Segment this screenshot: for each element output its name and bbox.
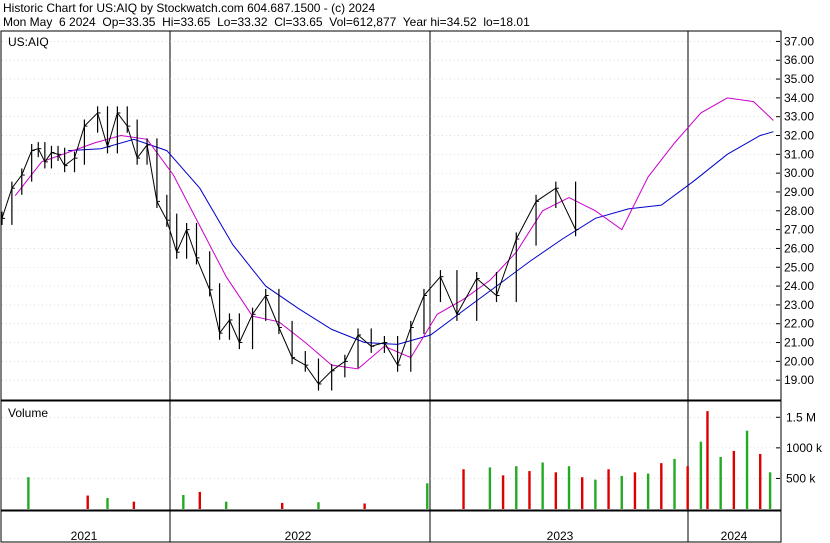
volume-bar-2 bbox=[106, 497, 109, 509]
volume-bar-8 bbox=[317, 502, 320, 509]
price-tick-label-20: 20.00 bbox=[784, 354, 814, 368]
price-panel-title: US:AIQ bbox=[8, 35, 49, 49]
volume-bar-22 bbox=[620, 475, 623, 509]
volume-bar-4 bbox=[182, 494, 185, 509]
price-tick-label-22: 22.00 bbox=[784, 317, 814, 331]
volume-bar-25 bbox=[660, 463, 663, 509]
volume-axis-ticks: 500 k 1000 k 1.5 M bbox=[776, 410, 823, 485]
volume-bar-32 bbox=[745, 430, 749, 509]
volume-bar-18 bbox=[567, 466, 571, 509]
volume-bar-12 bbox=[488, 467, 492, 509]
volume-bar-24 bbox=[646, 473, 650, 509]
volume-bar-9 bbox=[363, 503, 366, 509]
volume-bar-30 bbox=[719, 457, 722, 509]
volume-bar-13 bbox=[501, 475, 505, 509]
volume-bar-23 bbox=[633, 472, 637, 509]
volume-bar-29 bbox=[706, 411, 709, 509]
price-tick-label-28: 28.00 bbox=[784, 204, 814, 218]
price-tick-label-32: 32.00 bbox=[784, 129, 814, 143]
moving-average-short bbox=[14, 97, 774, 370]
volume-tick-label-1: 1000 k bbox=[786, 441, 823, 455]
price-tick-label-36: 36.00 bbox=[784, 53, 814, 67]
volume-bar-20 bbox=[594, 479, 597, 509]
price-tick-label-34: 34.00 bbox=[784, 91, 814, 105]
year-separator-lines bbox=[169, 31, 689, 542]
price-tick-label-35: 35.00 bbox=[784, 72, 814, 86]
volume-bar-1 bbox=[86, 495, 89, 509]
volume-bar-19 bbox=[581, 477, 584, 509]
price-tick-label-27: 27.00 bbox=[784, 223, 814, 237]
price-tick-label-29: 29.00 bbox=[784, 185, 814, 199]
volume-bar-17 bbox=[554, 472, 558, 509]
volume-bar-27 bbox=[686, 466, 689, 509]
price-tick-label-25: 25.00 bbox=[784, 260, 814, 274]
volume-bar-21 bbox=[607, 469, 610, 509]
x-label-2022: 2022 bbox=[285, 529, 312, 543]
price-tick-label-23: 23.00 bbox=[784, 298, 814, 312]
moving-average-long bbox=[67, 131, 774, 345]
price-axis-ticks: 19.00 20.00 21.00 22.00 23.00 24.00 25.00 26.00… bbox=[776, 34, 814, 387]
volume-bar-14 bbox=[515, 466, 518, 509]
price-tick-label-33: 33.00 bbox=[784, 110, 814, 124]
volume-bar-5 bbox=[198, 491, 201, 509]
price-panel-frame bbox=[0, 30, 782, 401]
price-tick-label-21: 21.00 bbox=[784, 336, 814, 350]
volume-bar-31 bbox=[732, 450, 736, 509]
volume-bar-7 bbox=[281, 502, 284, 509]
price-tick-label-26: 26.00 bbox=[784, 241, 814, 255]
ma-long-line bbox=[67, 131, 774, 345]
volume-bar-26 bbox=[673, 458, 676, 509]
volume-bar-3 bbox=[132, 501, 136, 509]
price-tick-label-24: 24.00 bbox=[784, 279, 814, 293]
x-label-2024: 2024 bbox=[721, 529, 748, 543]
volume-bar-34 bbox=[768, 472, 772, 509]
date-axis-frame bbox=[0, 510, 782, 543]
price-tick-label-30: 30.00 bbox=[784, 166, 814, 180]
ma-short-line bbox=[14, 97, 774, 370]
volume-bars bbox=[27, 411, 772, 509]
volume-bar-11 bbox=[462, 469, 465, 509]
volume-tick-label-0: 500 k bbox=[786, 471, 816, 485]
volume-bar-33 bbox=[759, 453, 762, 509]
volume-bar-0 bbox=[27, 477, 30, 509]
x-label-2021: 2021 bbox=[71, 529, 98, 543]
volume-bar-28 bbox=[699, 441, 703, 509]
price-tick-label-19: 19.00 bbox=[784, 373, 814, 387]
price-line bbox=[1, 111, 577, 385]
volume-bar-16 bbox=[541, 462, 544, 509]
volume-gridlines bbox=[2, 416, 780, 479]
price-tick-label-37: 37.00 bbox=[784, 34, 814, 48]
price-tick-label-31: 31.00 bbox=[784, 147, 814, 161]
volume-bar-10 bbox=[426, 483, 429, 509]
stock-chart: US:AIQ Volume 19.00 20.00 21.00 22.00 23.00 2… bbox=[0, 30, 823, 543]
date-axis-labels: 2021 2022 2023 2024 bbox=[71, 529, 748, 543]
volume-panel-title: Volume bbox=[8, 406, 48, 420]
volume-bar-6 bbox=[224, 501, 228, 509]
x-label-2023: 2023 bbox=[547, 529, 574, 543]
volume-tick-label-2: 1.5 M bbox=[786, 410, 816, 424]
volume-bar-15 bbox=[528, 471, 531, 509]
price-gridlines bbox=[2, 41, 780, 381]
